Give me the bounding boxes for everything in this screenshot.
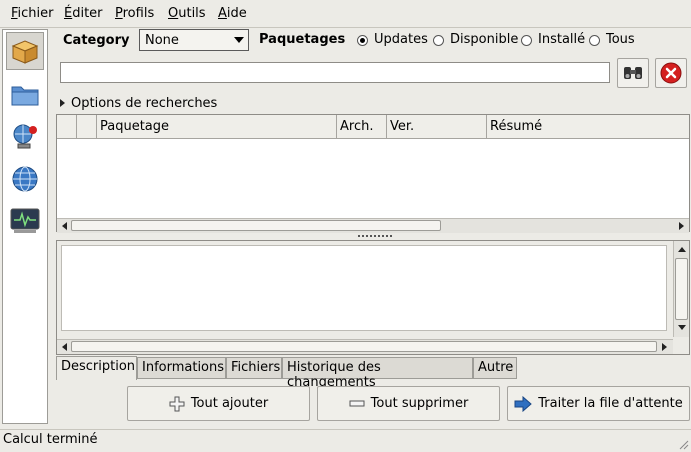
scroll-left-button[interactable] — [58, 340, 71, 353]
arrow-left-icon — [62, 221, 67, 230]
sidebar-item-files[interactable] — [6, 76, 44, 114]
column-header-paquetage[interactable]: Paquetage — [97, 115, 337, 139]
sidebar-item-repositories[interactable] — [6, 118, 44, 156]
minus-icon — [349, 400, 365, 406]
search-button[interactable] — [617, 58, 649, 88]
process-queue-label: Traiter la file d'attente — [538, 396, 683, 411]
radio-installe-label: Installé — [538, 32, 586, 47]
radio-updates-label: Updates — [374, 32, 428, 47]
radio-disponible-label: Disponible — [450, 32, 519, 47]
radio-installe-indicator[interactable] — [521, 35, 532, 46]
arrow-right-icon — [662, 342, 667, 351]
radio-tous-indicator[interactable] — [589, 35, 600, 46]
clear-button[interactable] — [655, 58, 687, 88]
description-text-area[interactable] — [61, 245, 667, 331]
arrow-left-icon — [62, 342, 67, 351]
sidebar-item-monitor[interactable] — [6, 202, 44, 240]
description-hscrollbar[interactable] — [57, 339, 673, 354]
menu-aide[interactable]: Aide — [218, 6, 247, 21]
system-monitor-icon — [10, 208, 40, 233]
package-table: Paquetage Arch. Ver. Résumé — [56, 114, 690, 233]
scroll-up-button[interactable] — [675, 243, 688, 256]
process-queue-button[interactable]: Traiter la file d'attente — [507, 386, 690, 421]
scroll-right-button[interactable] — [675, 219, 688, 232]
tab-description[interactable]: Description — [56, 356, 137, 380]
menubar: Fichier Éditer Profils Outils Aide — [0, 0, 691, 28]
statusbar: Calcul terminé — [0, 429, 691, 452]
resize-grip-icon[interactable] — [677, 438, 689, 450]
package-box-icon — [11, 40, 39, 64]
chevron-down-icon — [234, 37, 244, 43]
scroll-right-button[interactable] — [658, 340, 671, 353]
network-update-icon — [13, 124, 37, 149]
close-icon — [660, 62, 682, 84]
column-header-ver[interactable]: Ver. — [387, 115, 487, 139]
radio-tous-label: Tous — [606, 32, 635, 47]
radio-updates-indicator[interactable] — [357, 35, 368, 46]
status-text: Calcul terminé — [3, 432, 98, 447]
column-header-select[interactable] — [57, 115, 77, 139]
column-header-resume[interactable]: Résumé — [487, 115, 689, 139]
add-all-label: Tout ajouter — [190, 396, 269, 411]
scroll-thumb[interactable] — [71, 341, 657, 352]
scroll-thumb[interactable] — [71, 220, 441, 231]
column-header-arch[interactable]: Arch. — [337, 115, 387, 139]
arrow-up-icon — [677, 247, 686, 252]
description-pane — [56, 240, 690, 355]
expander-arrow-icon — [60, 99, 65, 107]
scroll-down-button[interactable] — [675, 321, 688, 334]
remove-all-label: Tout supprimer — [370, 396, 469, 411]
scroll-left-button[interactable] — [58, 219, 71, 232]
radio-disponible-indicator[interactable] — [433, 35, 444, 46]
menu-profils[interactable]: Profils — [115, 6, 154, 21]
add-all-button[interactable]: Tout ajouter — [127, 386, 310, 421]
category-select[interactable]: None — [139, 29, 249, 51]
category-label: Category — [63, 33, 130, 48]
options-label: Options de recherches — [71, 96, 218, 111]
sidebar-item-packages[interactable] — [6, 32, 44, 70]
folder-icon — [11, 86, 39, 106]
binoculars-icon — [624, 67, 642, 79]
tab-fichiers[interactable]: Fichiers — [226, 357, 282, 379]
tab-autre[interactable]: Autre — [473, 357, 517, 379]
arrow-right-icon — [514, 395, 533, 412]
tab-historique[interactable]: Historique des changements — [282, 357, 473, 390]
tab-informations[interactable]: Informations — [137, 357, 226, 379]
scroll-thumb[interactable] — [675, 258, 688, 320]
description-vscrollbar[interactable] — [673, 241, 689, 337]
menu-outils[interactable]: Outils — [168, 6, 206, 21]
table-hscrollbar[interactable] — [57, 218, 689, 233]
arrow-right-icon — [679, 221, 684, 230]
plus-icon — [169, 396, 185, 411]
sidebar-item-web[interactable] — [6, 160, 44, 198]
menu-editer[interactable]: Éditer — [64, 6, 103, 21]
paquetages-label: Paquetages — [259, 32, 346, 47]
arrow-down-icon — [677, 325, 686, 330]
remove-all-button[interactable]: Tout supprimer — [317, 386, 500, 421]
column-header-status[interactable] — [77, 115, 97, 139]
sidebar — [2, 29, 48, 424]
menu-fichier[interactable]: Fichier — [11, 6, 54, 21]
search-input[interactable] — [60, 62, 610, 83]
category-value: None — [145, 33, 179, 48]
globe-icon — [12, 166, 38, 192]
